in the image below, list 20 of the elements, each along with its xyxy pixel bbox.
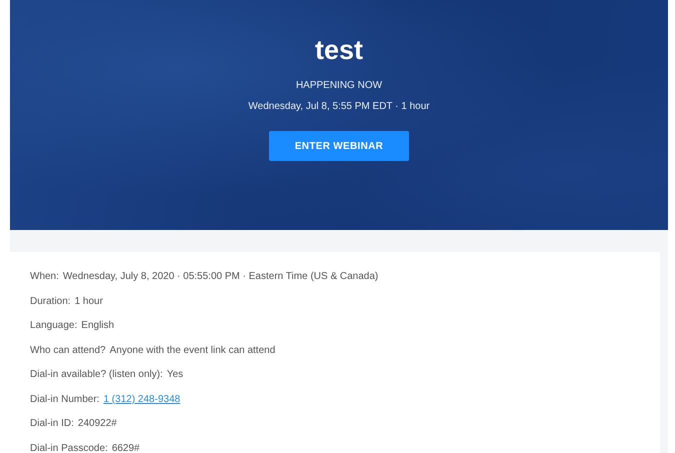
detail-value: English xyxy=(81,320,114,331)
event-title: test xyxy=(314,34,363,66)
detail-label: Dial-in Number: xyxy=(30,394,100,404)
event-schedule: Wednesday, Jul 8, 5:55 PM EDT · 1 hour xyxy=(248,101,430,112)
detail-value: 6629# xyxy=(112,442,140,453)
phone-link[interactable]: 1 (312) 248-9348 xyxy=(103,394,180,404)
enter-webinar-button[interactable]: ENTER WEBINAR xyxy=(269,131,409,161)
detail-label: Dial-in ID: xyxy=(30,418,74,429)
detail-value: Yes xyxy=(166,369,184,380)
detail-label: Duration: xyxy=(30,296,71,306)
event-status: HAPPENING NOW xyxy=(296,80,382,91)
detail-label: Language: xyxy=(30,320,78,331)
detail-value: 1 hour xyxy=(74,296,103,306)
detail-value: 240922# xyxy=(78,418,117,429)
detail-label: Who can attend? xyxy=(30,344,106,356)
detail-value: Wednesday, July 8, 2020 · 05:55:00 PM · Eastern Time (US & Canada) xyxy=(62,271,378,282)
detail-label: Dial-in Passcode: xyxy=(30,442,108,453)
detail-label: When: xyxy=(30,271,59,282)
detail-value: Anyone with the event link can attend xyxy=(110,344,276,356)
detail-label: Dial-in available? (listen only): xyxy=(30,369,163,380)
